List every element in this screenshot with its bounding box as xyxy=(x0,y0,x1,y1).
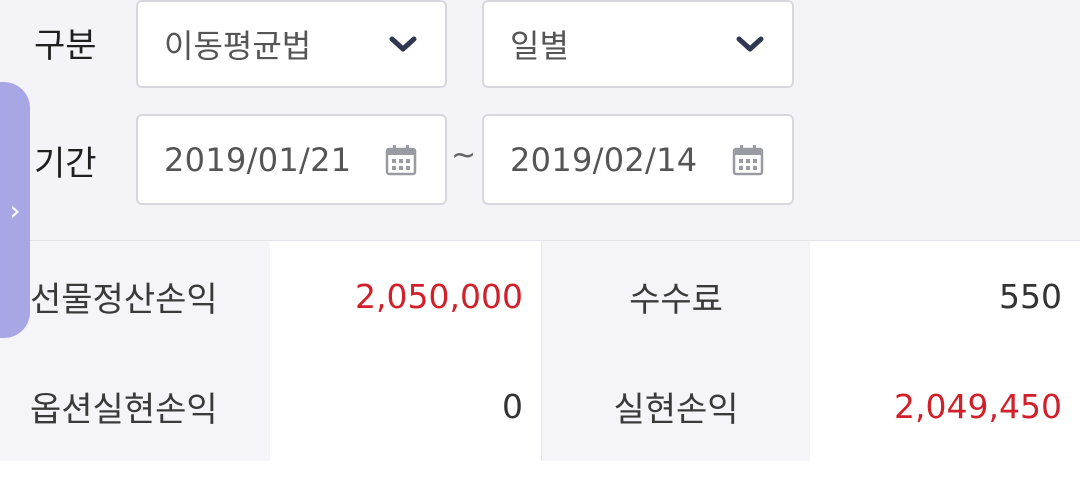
date-range-separator: ~ xyxy=(451,138,477,173)
chevron-down-icon xyxy=(387,34,419,54)
fee-label: 수수료 xyxy=(542,241,810,351)
start-date-field[interactable]: 2019/01/21 xyxy=(136,114,447,205)
method-select[interactable]: 이동평균법 xyxy=(136,0,447,88)
period-type-select[interactable]: 일별 xyxy=(482,0,794,88)
table-row: 옵션실현손익 0 실현손익 2,049,450 xyxy=(0,351,1080,461)
category-label: 구분 xyxy=(34,26,97,66)
chevron-right-icon: › xyxy=(9,193,21,227)
realized-pl-value: 2,049,450 xyxy=(810,351,1080,461)
period-label: 기간 xyxy=(34,144,97,184)
chevron-down-icon xyxy=(734,34,766,54)
fee-value: 550 xyxy=(810,241,1080,351)
table-row: 선물정산손익 2,050,000 수수료 550 xyxy=(0,241,1080,351)
end-date-value: 2019/02/14 xyxy=(510,140,698,179)
end-date-field[interactable]: 2019/02/14 xyxy=(482,114,794,205)
options-pl-value: 0 xyxy=(270,351,542,461)
realized-pl-label: 실현손익 xyxy=(542,351,810,461)
method-select-value: 이동평균법 xyxy=(164,27,312,65)
futures-pl-label: 선물정산손익 xyxy=(0,241,270,351)
options-pl-label: 옵션실현손익 xyxy=(0,351,270,461)
pl-summary-table: 선물정산손익 2,050,000 수수료 550 옵션실현손익 0 실현손익 2… xyxy=(0,240,1080,461)
period-type-select-value: 일별 xyxy=(510,27,569,65)
calendar-icon[interactable] xyxy=(730,142,766,178)
filter-panel: 구분 이동평균법 일별 기간 2019/01/21 ~ 2019/02/14 xyxy=(0,0,1080,240)
futures-pl-value: 2,050,000 xyxy=(270,241,542,351)
calendar-icon[interactable] xyxy=(383,142,419,178)
start-date-value: 2019/01/21 xyxy=(164,140,352,179)
side-panel-toggle[interactable]: › xyxy=(0,82,30,338)
